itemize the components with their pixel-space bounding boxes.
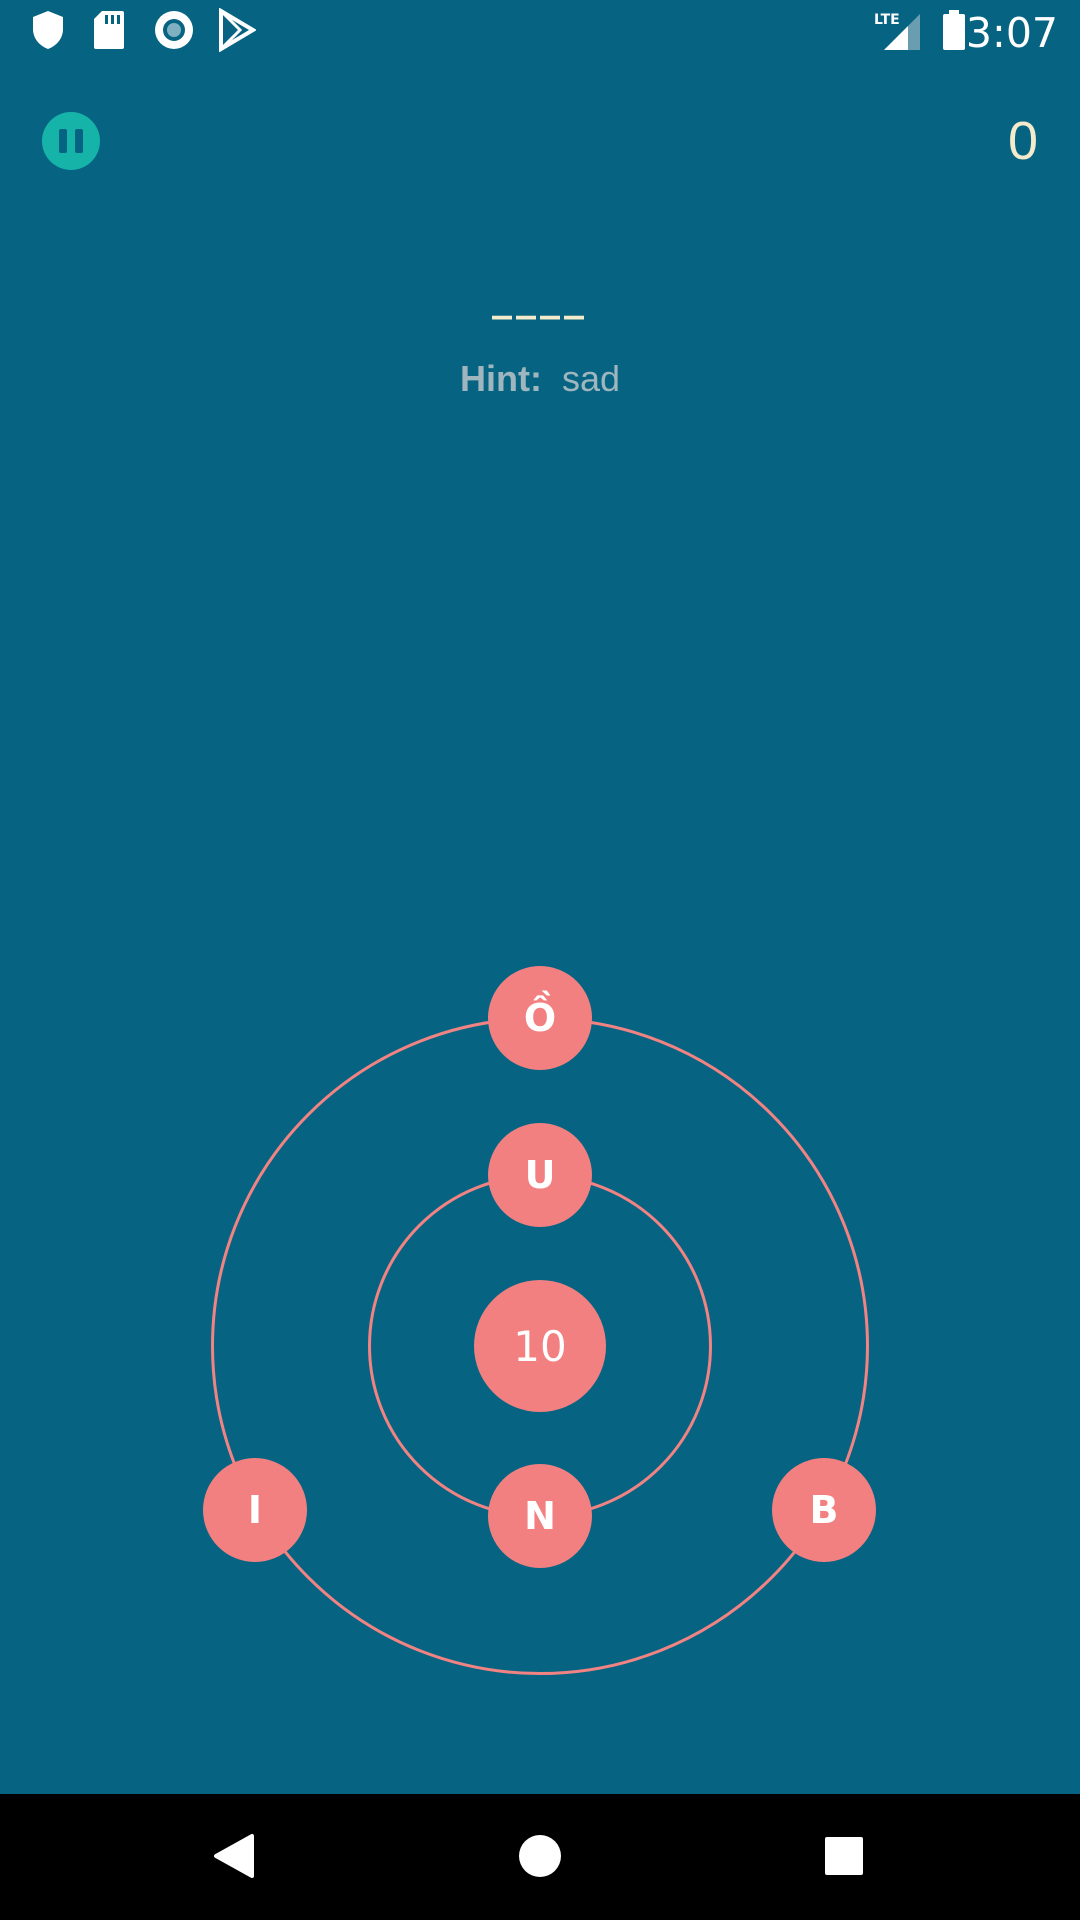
letter-tile-right[interactable]: B: [772, 1458, 876, 1562]
play-store-icon: [218, 7, 257, 56]
answer-blanks: ____: [492, 274, 588, 320]
letter-tile-inner-top[interactable]: U: [488, 1123, 592, 1227]
shield-icon: [30, 8, 66, 56]
score: 0: [1007, 111, 1038, 171]
navigation-bar: [0, 1794, 1080, 1920]
sd-card-icon: [92, 8, 126, 56]
recents-icon[interactable]: [824, 1836, 864, 1880]
letter-tile-top[interactable]: Ồ: [488, 966, 592, 1070]
battery-icon: [940, 8, 968, 56]
record-icon: [152, 8, 196, 56]
countdown-timer: 10: [474, 1280, 606, 1412]
letter-tile-left[interactable]: I: [203, 1458, 307, 1562]
home-icon[interactable]: [518, 1834, 562, 1882]
hint: Hint: sad: [0, 354, 1080, 404]
back-icon[interactable]: [212, 1832, 256, 1884]
pause-button[interactable]: [42, 112, 100, 170]
letter-tile-inner-bottom[interactable]: N: [488, 1464, 592, 1568]
svg-text:LTE: LTE: [874, 12, 900, 28]
lte-signal-icon: LTE: [872, 8, 922, 56]
status-bar: LTE 3:07: [0, 0, 1080, 63]
hint-label: Hint:: [459, 358, 542, 399]
hint-text: sad: [561, 358, 620, 399]
clock: 3:07: [965, 9, 1058, 57]
